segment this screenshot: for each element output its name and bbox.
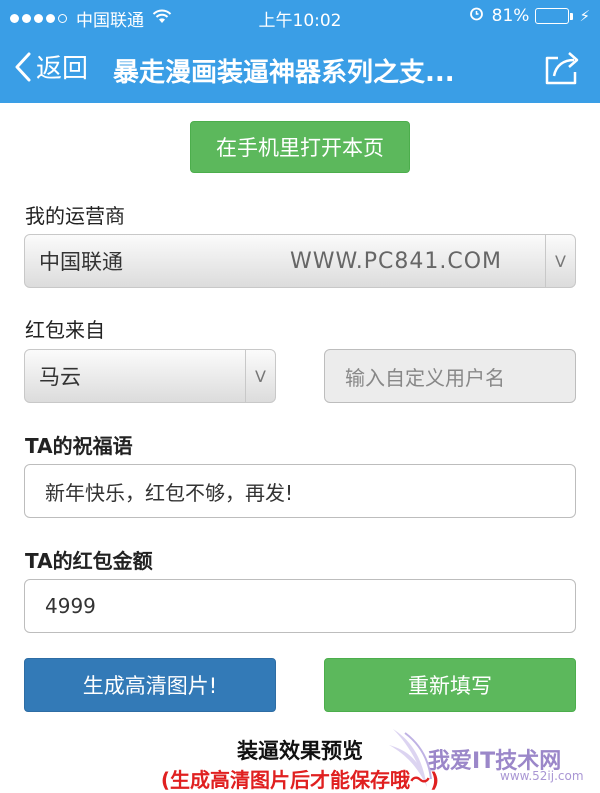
battery-tip (570, 12, 574, 20)
chevron-left-icon (15, 52, 31, 81)
charging-icon: ⚡ (579, 7, 590, 25)
status-right: 81% ⚡ (469, 6, 590, 26)
sender-select[interactable]: 马云 V (24, 349, 276, 403)
chevron-down-icon: V (545, 235, 575, 287)
navbar: 返回 暴走漫画装逼神器系列之支... (0, 38, 600, 100)
carrier-select-value: 中国联通 (39, 250, 123, 274)
header: 中国联通 上午10:02 81% ⚡ 返回 暴走漫画装逼神器系列之支... (0, 0, 600, 103)
back-button[interactable]: 返回 (14, 48, 88, 85)
greeting-label: TA的祝福语 (25, 434, 133, 458)
back-label: 返回 (36, 54, 89, 84)
battery-percent: 81% (491, 6, 530, 26)
custom-username-placeholder: 输入自定义用户名 (345, 365, 505, 390)
carrier-label: 我的运营商 (25, 204, 125, 228)
watermark: WWW.PC841.COM (290, 249, 502, 274)
chevron-down-icon: V (245, 350, 275, 402)
greeting-value: 新年快乐，红包不够，再发! (45, 480, 294, 505)
status-bar: 中国联通 上午10:02 81% ⚡ (0, 0, 600, 36)
battery-icon (535, 8, 570, 24)
custom-username-input[interactable]: 输入自定义用户名 (324, 349, 576, 403)
share-button[interactable] (542, 48, 582, 90)
alarm-icon (469, 6, 484, 26)
sender-select-value: 马云 (39, 365, 81, 389)
preview-title: 装逼效果预览 (237, 739, 363, 763)
generate-image-button[interactable]: 生成高清图片! (24, 658, 276, 712)
amount-input[interactable]: 4999 (24, 579, 576, 633)
page-title: 暴走漫画装逼神器系列之支... (113, 58, 455, 88)
share-icon (545, 52, 579, 85)
open-in-phone-button[interactable]: 在手机里打开本页 (190, 121, 410, 173)
amount-value: 4999 (45, 594, 96, 618)
reset-button[interactable]: 重新填写 (324, 658, 576, 712)
greeting-input[interactable]: 新年快乐，红包不够，再发! (24, 464, 576, 518)
amount-label: TA的红包金额 (25, 549, 153, 573)
sender-label: 红包来自 (25, 318, 105, 342)
preview-note: (生成高清图片后才能保存哦～) (160, 768, 440, 792)
